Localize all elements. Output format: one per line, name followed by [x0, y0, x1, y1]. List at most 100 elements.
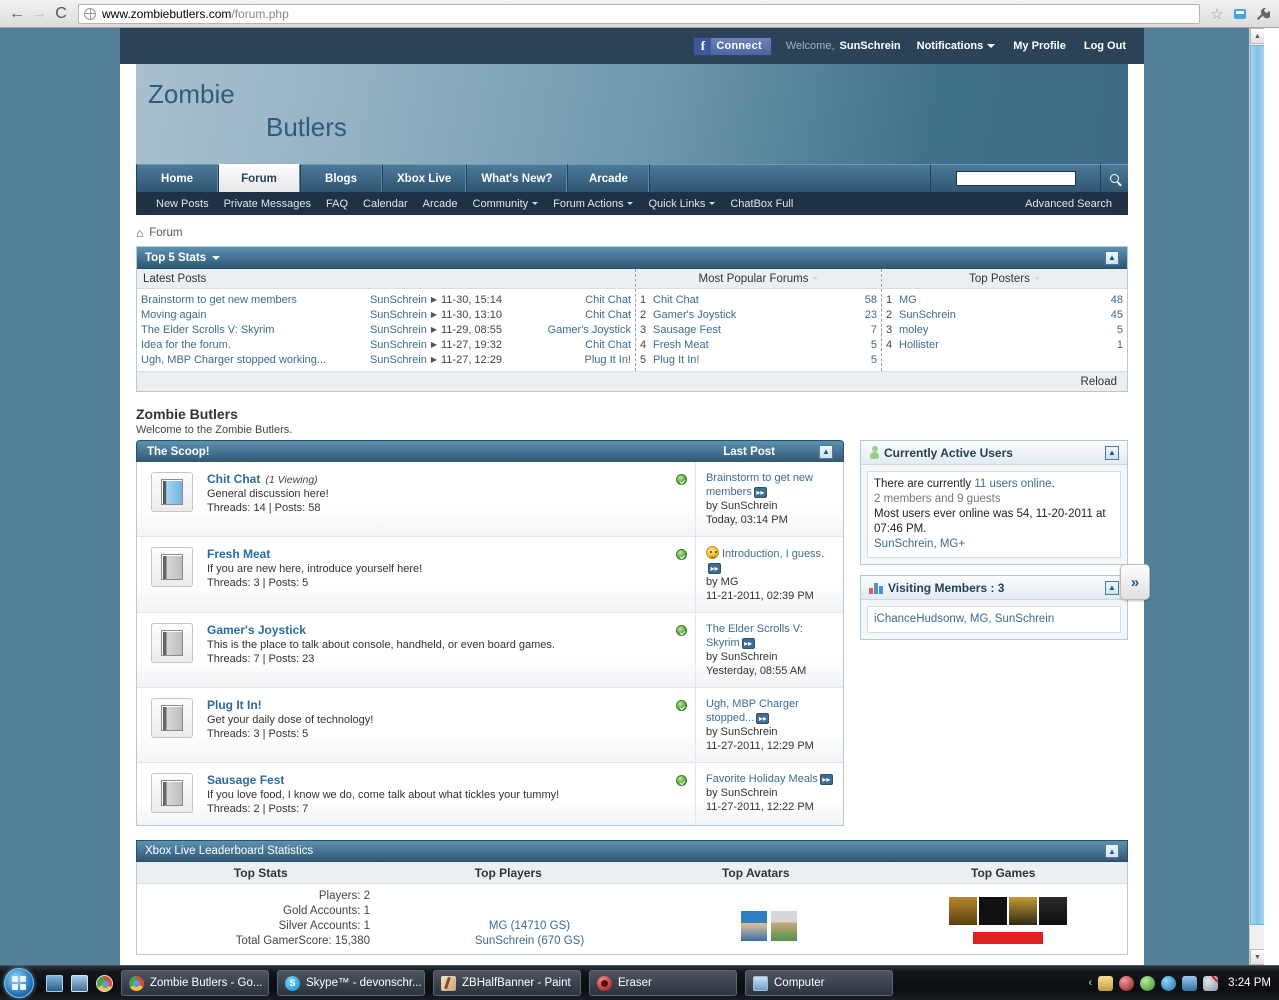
table-row[interactable]: 3 moley 5: [882, 322, 1127, 337]
goto-last-post-icon[interactable]: ▸▸: [819, 773, 833, 785]
taskbar-item-chrome[interactable]: Zombie Butlers - Go...: [121, 970, 269, 996]
forum-link[interactable]: Gamer's Joystick: [207, 623, 306, 637]
forum-link[interactable]: Sausage Fest: [207, 773, 284, 787]
post-forum[interactable]: Gamer's Joystick: [519, 324, 631, 336]
page-scrollbar[interactable]: ▲ ▼: [1249, 28, 1264, 965]
last-post-byline[interactable]: by SunSchrein: [706, 650, 835, 664]
forum-name[interactable]: Fresh Meat: [650, 339, 851, 351]
scroll-down-arrow-icon[interactable]: ▼: [1250, 949, 1264, 965]
forum-link[interactable]: Chit Chat: [207, 472, 260, 486]
last-post-byline[interactable]: by SunSchrein: [706, 786, 835, 800]
search-input[interactable]: [955, 171, 1076, 186]
nav-tab-forum[interactable]: Forum: [218, 164, 300, 192]
goto-last-post-icon[interactable]: ▸▸: [756, 712, 770, 724]
advanced-search-link[interactable]: Advanced Search: [1025, 198, 1112, 210]
nav-tab-whats-new[interactable]: What's New?: [466, 164, 568, 192]
table-row[interactable]: 5 Plug It In! 5: [636, 352, 881, 367]
scrollbar-thumb[interactable]: [1250, 45, 1264, 925]
visiting-members-collapse-button[interactable]: ▲: [1105, 580, 1119, 595]
xbox-leaderboard-header[interactable]: Xbox Live Leaderboard Statistics ▲: [136, 840, 1128, 862]
last-post-byline[interactable]: by MG: [706, 575, 835, 589]
post-title[interactable]: The Elder Scrolls V: Skyrim: [141, 324, 349, 336]
table-row[interactable]: 2 SunSchrein 45: [882, 307, 1127, 322]
taskbar-item-computer[interactable]: Computer: [745, 970, 893, 996]
goto-last-post-icon[interactable]: ▸▸: [741, 637, 755, 649]
forum-name[interactable]: Gamer's Joystick: [650, 309, 851, 321]
bookmark-star-icon[interactable]: ☆: [1207, 4, 1227, 24]
top5-collapse-button[interactable]: ▲: [1105, 250, 1119, 265]
avatar[interactable]: [740, 911, 767, 941]
current-username[interactable]: SunSchrein: [840, 40, 901, 52]
post-author[interactable]: SunSchrein: [349, 324, 427, 336]
game-box-art[interactable]: [978, 897, 1007, 925]
table-row[interactable]: Idea for the forum. SunSchrein ▶ 11-27, …: [137, 337, 635, 352]
start-button[interactable]: [4, 968, 34, 998]
subnav-new-posts[interactable]: New Posts: [156, 198, 209, 210]
subnav-calendar[interactable]: Calendar: [363, 198, 408, 210]
subnav-forum-actions[interactable]: Forum Actions: [553, 198, 634, 210]
extension-icon[interactable]: [1230, 4, 1250, 24]
poster-name[interactable]: moley: [896, 324, 1097, 336]
popular-forums-header[interactable]: Most Popular Forums: [636, 269, 881, 289]
table-row[interactable]: 3 Sausage Fest 7: [636, 322, 881, 337]
post-forum[interactable]: Chit Chat: [519, 339, 631, 351]
subnav-private-messages[interactable]: Private Messages: [224, 198, 311, 210]
post-author[interactable]: SunSchrein: [349, 339, 427, 351]
game-box-art[interactable]: [948, 897, 977, 925]
taskbar-clock[interactable]: 3:24 PM: [1228, 977, 1271, 989]
facebook-connect-button[interactable]: f Connect: [693, 36, 772, 56]
post-title[interactable]: Moving again: [141, 309, 349, 321]
online-count[interactable]: 11 users online: [974, 478, 1051, 490]
last-post-title[interactable]: Introduction, I guess.: [722, 548, 824, 560]
avatar[interactable]: [770, 911, 797, 941]
poster-name[interactable]: MG: [896, 294, 1097, 306]
top5-reload-button[interactable]: Reload: [137, 371, 1127, 391]
poster-name[interactable]: SunSchrein: [896, 309, 1097, 321]
forum-link[interactable]: Plug It In!: [207, 698, 262, 712]
goto-last-post-icon[interactable]: ▸▸: [753, 486, 767, 498]
taskbar-item-eraser[interactable]: Eraser: [589, 970, 737, 996]
breadcrumb-forum[interactable]: Forum: [149, 227, 182, 239]
post-forum[interactable]: Plug It In!: [519, 354, 631, 366]
xbox-player-2[interactable]: SunSchrein (670 GS): [416, 934, 643, 949]
top5-stats-header[interactable]: Top 5 Stats ▲: [137, 247, 1127, 269]
post-author[interactable]: SunSchrein: [349, 354, 427, 366]
search-button[interactable]: [1100, 164, 1128, 192]
nav-tab-xbox-live[interactable]: Xbox Live: [382, 164, 467, 192]
table-row[interactable]: 4 Hollister 1: [882, 337, 1127, 352]
tray-icon-sync[interactable]: [1161, 975, 1177, 991]
reload-button[interactable]: C: [50, 3, 72, 25]
nav-tab-blogs[interactable]: Blogs: [300, 164, 382, 192]
table-row[interactable]: Ugh, MBP Charger stopped working... SunS…: [137, 352, 635, 367]
back-button[interactable]: ←: [6, 3, 28, 25]
post-title[interactable]: Ugh, MBP Charger stopped working...: [141, 354, 349, 366]
notifications-menu[interactable]: Notifications: [917, 40, 996, 52]
scoop-collapse-button[interactable]: ▲: [819, 444, 833, 459]
xbox-player-1[interactable]: MG (14710 GS): [416, 919, 643, 934]
online-user-list[interactable]: SunSchrein, MG+: [874, 537, 1114, 552]
table-row[interactable]: Brainstorm to get new members SunSchrein…: [137, 292, 635, 307]
chrome-icon[interactable]: [96, 974, 113, 992]
forward-button[interactable]: →: [28, 3, 50, 25]
address-bar[interactable]: www.zombiebutlers.com/forum.php: [78, 3, 1200, 24]
site-banner[interactable]: Zombie Butlers: [136, 64, 1128, 164]
forum-link[interactable]: Fresh Meat: [207, 547, 270, 561]
switch-window-icon[interactable]: [71, 974, 88, 992]
table-row[interactable]: 1 MG 48: [882, 292, 1127, 307]
subnav-arcade[interactable]: Arcade: [423, 198, 458, 210]
wrench-menu-icon[interactable]: [1253, 4, 1273, 24]
subnav-community[interactable]: Community: [473, 198, 539, 210]
table-row[interactable]: 2 Gamer's Joystick 23: [636, 307, 881, 322]
last-post-byline[interactable]: by SunSchrein: [706, 499, 835, 513]
game-box-art[interactable]: [1008, 897, 1037, 925]
goto-last-post-icon[interactable]: ▸▸: [708, 562, 721, 574]
visiting-members-list[interactable]: iChanceHudsonw, MG, SunSchrein: [874, 613, 1054, 625]
tray-icon-update[interactable]: [1098, 975, 1114, 991]
home-icon[interactable]: ⌂: [136, 226, 143, 240]
table-row[interactable]: The Elder Scrolls V: Skyrim SunSchrein ▶…: [137, 322, 635, 337]
scroll-up-arrow-icon[interactable]: ▲: [1250, 28, 1264, 44]
last-post-byline[interactable]: by SunSchrein: [706, 725, 835, 739]
game-box-art[interactable]: [1038, 897, 1067, 925]
tray-icon-volume-muted[interactable]: [1203, 975, 1219, 991]
show-desktop-icon[interactable]: [46, 974, 63, 992]
